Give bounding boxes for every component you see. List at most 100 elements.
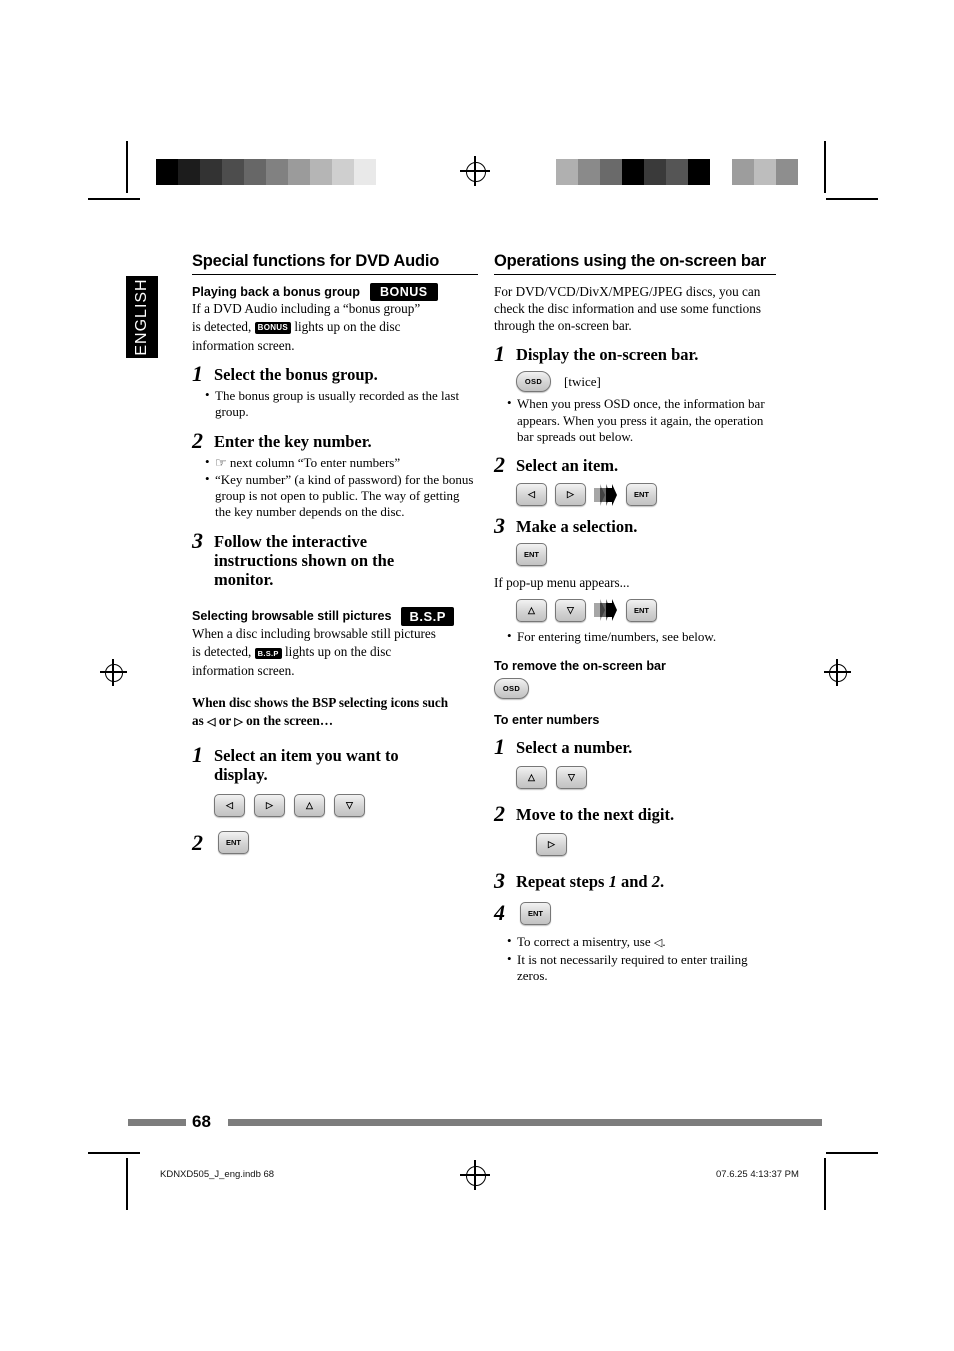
bsp-intro-line2b: lights up on the disc [281,644,392,660]
enter-button[interactable]: ENT [516,543,547,567]
right-arrow-icon: ▷ [234,716,243,729]
registration-mark-top [466,162,486,182]
scroll-arrows-icon [594,599,618,622]
bonus-badge-inline: BONUS [254,322,292,335]
list-item: ☞ next column “To enter numbers” [205,454,478,471]
color-swatch [332,159,354,185]
bonus-step-3-text: Follow the interactive instructions show… [214,531,395,589]
bonus-step-1: 1 Select the bonus group. [192,363,478,385]
osb-step-1-number: 1 [494,341,505,367]
bsp-step-1-keys: ◁ ▷ △ ▽ [214,794,478,818]
registration-mark-right-v [836,659,838,686]
registration-mark-left [105,664,123,682]
down-arrow-button[interactable]: ▽ [556,765,587,789]
color-swatch [200,159,222,185]
crop-mark-tl-h [88,198,140,200]
registration-mark-right-h [824,671,851,673]
left-arrow-button[interactable]: ◁ [214,794,245,818]
color-swatch [310,159,332,185]
osb-step-2-keys: ◁ ▷ ENT [516,483,776,507]
enter-step-3: 3 Repeat steps 1 and 2. [494,869,776,892]
bonus-intro-line2a: is detected, [192,319,255,335]
osb-step-1-keys: OSD [twice] [516,371,776,393]
footer-file-name: KDNXD505_J_eng.indb 68 [160,1169,275,1180]
registration-mark-left-h [100,671,127,673]
enter-button[interactable]: ENT [218,831,249,855]
color-swatch [266,159,288,185]
bonus-step-3: 3 Follow the interactive instructions sh… [192,527,478,589]
crop-mark-tr-h [826,198,878,200]
enter-numbers-heading: To enter numbers [494,712,600,727]
right-arrow-button[interactable]: ▷ [254,794,285,818]
right-section-title: Operations using the on-screen bar [494,252,766,270]
registration-mark-left-v [112,659,114,686]
color-swatch [354,159,376,185]
crop-mark-bl-h [88,1152,140,1154]
bsp-step-1-number: 1 [192,742,203,768]
osd-button[interactable]: OSD [494,677,529,699]
right-arrow-button[interactable]: ▷ [555,483,586,507]
up-arrow-button[interactable]: △ [294,794,325,818]
page-number: 68 [192,1112,211,1131]
language-tab: ENGLISH [126,276,158,358]
color-swatch [600,159,622,185]
osd-button[interactable]: OSD [516,371,551,393]
color-swatch [288,159,310,185]
osb-step-2-text: Select an item. [516,456,619,476]
registration-mark-top-v [474,156,476,186]
registration-mark-bottom-v [474,1160,476,1190]
remove-osb-heading: To remove the on-screen bar [494,658,666,673]
up-arrow-button[interactable]: △ [516,765,547,789]
footer-rule-right [228,1119,822,1126]
bsp-heading: Selecting browsable still pictures [192,609,392,624]
crop-mark-br-v [824,1158,826,1210]
page-canvas: ENGLISH Special functions for DVD Audio … [0,0,954,1351]
bonus-step-3-number: 3 [192,527,203,553]
down-arrow-button[interactable]: ▽ [334,794,365,818]
bsp-note-line1: When disc shows the BSP selecting icons … [192,695,449,711]
osb-step-3-number: 3 [494,513,505,539]
enter-button[interactable]: ENT [520,901,551,925]
color-swatch [156,159,178,185]
remove-osb-keys: OSD [494,677,776,699]
bonus-group-heading: Playing back a bonus group [192,285,360,299]
enter-button[interactable]: ENT [626,598,657,622]
bonus-step-2-number: 2 [192,427,203,453]
up-arrow-button[interactable]: △ [516,598,547,622]
bsp-intro-line2: is detected, B.S.P lights up on the disc [192,644,478,660]
enter-step-2: 2 Move to the next digit. [494,800,776,826]
osb-step-3: 3 Make a selection. [494,515,776,537]
bsp-note-line2c: on the screen… [242,713,334,729]
osb-step-3-keys-2: △ ▽ ENT [516,598,776,622]
left-column: Special functions for DVD Audio Playing … [192,252,478,855]
down-arrow-button[interactable]: ▽ [555,598,586,622]
osd-twice-note: [twice] [564,373,601,389]
registration-mark-bottom [466,1166,486,1186]
osb-step-1: 1 Display the on-screen bar. [494,343,776,365]
bonus-step-2: 2 Enter the key number. [192,427,478,453]
bsp-step-2-number: 2 [192,829,203,855]
bonus-intro-line2b: lights up on the disc [291,319,401,335]
bsp-note-line2a: as [192,713,208,729]
left-section-title: Special functions for DVD Audio [192,252,440,270]
right-arrow-button[interactable]: ▷ [536,832,567,856]
color-swatch [222,159,244,185]
color-swatch [754,159,776,185]
left-arrow-button[interactable]: ◁ [516,483,547,507]
bonus-intro-line2: is detected, BONUS lights up on the disc [192,319,478,335]
enter-step-1-text: Select a number. [516,737,633,757]
enter-step-1: 1 Select a number. [494,735,776,758]
color-swatch [688,159,710,185]
osb-intro: For DVD/VCD/DivX/MPEG/JPEG discs, you ca… [494,284,761,334]
osb-step-3-bullets: For entering time/numbers, see below. [494,628,776,645]
bsp-badge: B.S.P [401,606,454,626]
crop-mark-br-h [826,1152,878,1154]
enter-step-2-number: 2 [494,800,505,826]
enter-step-1-keys: △ ▽ [516,765,776,789]
osb-step-2-number: 2 [494,452,505,478]
list-item: It is not necessarily required to enter … [507,951,776,985]
enter-button[interactable]: ENT [626,483,657,507]
color-swatch [556,159,578,185]
crop-mark-tr-v [824,141,826,193]
crop-mark-bl-v [126,1158,128,1210]
